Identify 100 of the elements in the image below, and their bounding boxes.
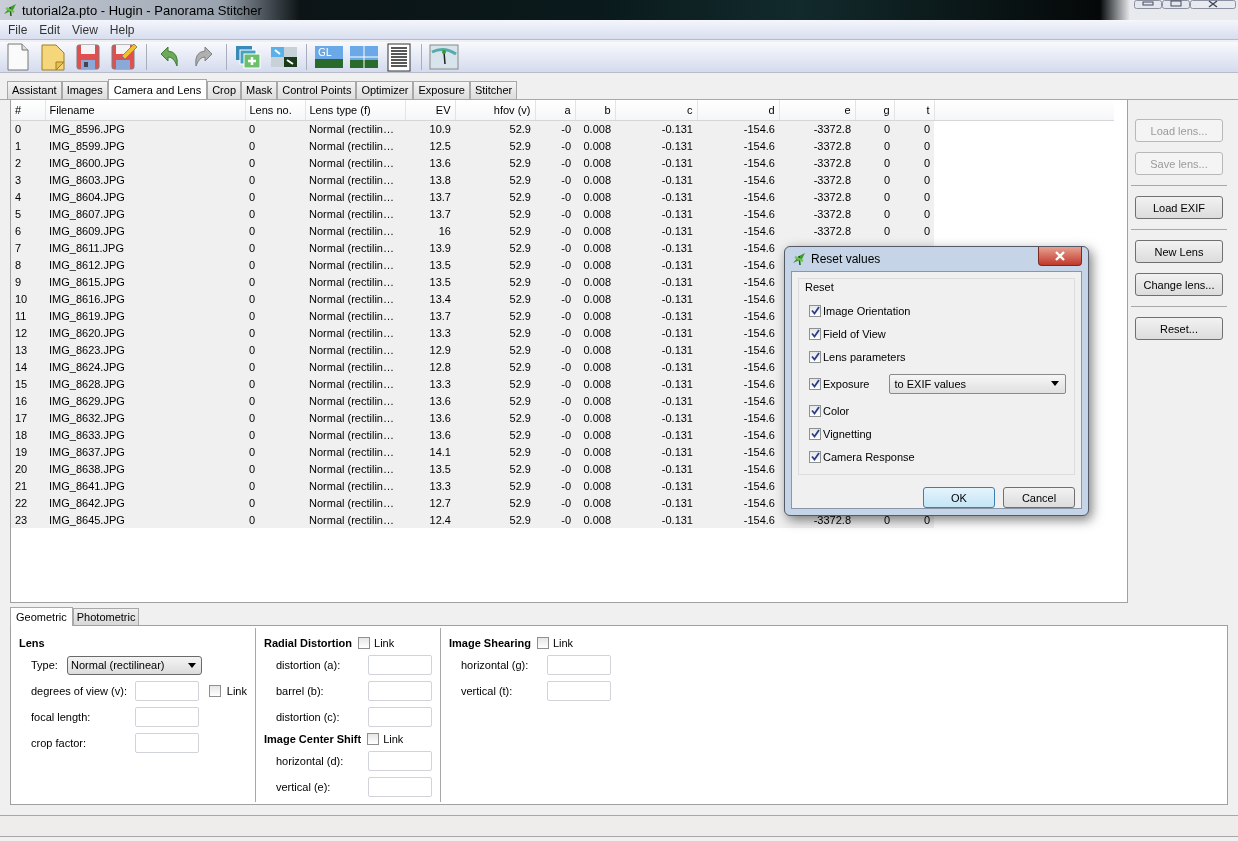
- close-button[interactable]: [1038, 247, 1082, 266]
- table-cell: -154.6: [697, 375, 779, 392]
- table-cell: 0.008: [575, 392, 615, 409]
- checkbox[interactable]: [809, 327, 821, 340]
- column-header[interactable]: Filename: [45, 100, 245, 120]
- input-field[interactable]: [368, 681, 432, 701]
- table-cell: 0: [245, 358, 305, 375]
- table-cell: 0: [855, 171, 894, 188]
- tab[interactable]: Stitcher: [469, 81, 518, 99]
- table-cell: 52.9: [455, 409, 535, 426]
- input-field[interactable]: [547, 655, 611, 675]
- column-header[interactable]: e: [779, 100, 855, 120]
- option-label: Image Orientation: [823, 304, 911, 317]
- menu-item[interactable]: File: [2, 22, 34, 37]
- table-cell: 14: [11, 358, 45, 375]
- tab[interactable]: Crop: [207, 81, 241, 99]
- input-field[interactable]: [547, 681, 611, 701]
- checkbox[interactable]: [367, 733, 380, 745]
- input-field[interactable]: [368, 707, 432, 727]
- table-cell: 0: [855, 205, 894, 222]
- close-icon: [1190, 0, 1236, 9]
- table-cell: -0: [535, 239, 575, 256]
- tab[interactable]: Assistant: [7, 81, 62, 99]
- table-cell: Normal (rectilin…: [305, 256, 405, 273]
- table-cell: IMG_8615.JPG: [45, 273, 245, 290]
- checkbox[interactable]: [809, 350, 821, 363]
- exposure-dropdown[interactable]: to EXIF values: [889, 373, 1066, 394]
- tab[interactable]: Mask: [241, 81, 278, 99]
- table-cell: -0: [535, 426, 575, 443]
- table-cell: IMG_8604.JPG: [45, 188, 245, 205]
- input-field[interactable]: [135, 733, 199, 753]
- section-title: Radial Distortion: [264, 637, 352, 649]
- input-field[interactable]: [135, 707, 199, 727]
- table-cell: -0: [535, 171, 575, 188]
- dialog-button[interactable]: Cancel: [1003, 487, 1075, 508]
- column-header[interactable]: t: [894, 100, 934, 120]
- tab[interactable]: Images: [61, 81, 108, 99]
- checkbox[interactable]: [809, 450, 821, 463]
- tab[interactable]: Optimizer: [356, 81, 414, 99]
- checkbox[interactable]: [809, 427, 821, 440]
- side-button[interactable]: Change lens...: [1135, 273, 1223, 296]
- tab[interactable]: Exposure: [413, 81, 470, 99]
- table-cell: -154.6: [697, 154, 779, 171]
- table-cell: 0.008: [575, 273, 615, 290]
- checkbox[interactable]: [208, 685, 221, 697]
- table-cell: 52.9: [455, 511, 535, 528]
- table-cell: IMG_8623.JPG: [45, 341, 245, 358]
- column-header[interactable]: Lens no.: [245, 100, 305, 120]
- field-label: vertical (e):: [276, 781, 332, 793]
- table-cell: 0.008: [575, 137, 615, 154]
- column-header[interactable]: c: [615, 100, 697, 120]
- input-field[interactable]: [368, 751, 432, 771]
- table-cell: Normal (rectilin…: [305, 409, 405, 426]
- minimize-icon: [1134, 0, 1162, 9]
- checkbox[interactable]: [809, 377, 821, 390]
- input-field[interactable]: [368, 777, 432, 797]
- column-header[interactable]: Lens type (f): [305, 100, 405, 120]
- side-button[interactable]: Reset...: [1135, 317, 1223, 340]
- table-cell: -0.131: [615, 137, 697, 154]
- input-field[interactable]: [368, 655, 432, 675]
- side-button[interactable]: Load EXIF: [1135, 196, 1223, 219]
- column-header[interactable]: a: [535, 100, 575, 120]
- lens-type-dropdown[interactable]: Normal (rectilinear): [67, 655, 202, 675]
- table-cell: 13.6: [405, 154, 455, 171]
- table-cell: -3372.8: [779, 137, 855, 154]
- side-button[interactable]: New Lens: [1135, 240, 1223, 263]
- column-header[interactable]: hfov (v): [455, 100, 535, 120]
- table-cell: 12.8: [405, 358, 455, 375]
- menu-item[interactable]: View: [66, 22, 104, 37]
- column-header[interactable]: #: [11, 100, 45, 120]
- table-cell: 0.008: [575, 222, 615, 239]
- table-cell: IMG_8600.JPG: [45, 154, 245, 171]
- column-header[interactable]: b: [575, 100, 615, 120]
- table-cell: 0: [245, 273, 305, 290]
- tab[interactable]: Geometric: [10, 607, 73, 626]
- checkbox[interactable]: [809, 404, 821, 417]
- table-cell: Normal (rectilin…: [305, 290, 405, 307]
- field-label: degrees of view (v):: [31, 685, 128, 697]
- menu-item[interactable]: Edit: [33, 22, 67, 37]
- table-cell: 0: [245, 494, 305, 511]
- table-cell: 0: [245, 222, 305, 239]
- checkbox[interactable]: [536, 637, 549, 649]
- tab[interactable]: Photometric: [72, 608, 140, 625]
- column-header[interactable]: EV: [405, 100, 455, 120]
- table-cell: -154.6: [697, 307, 779, 324]
- checkbox[interactable]: [358, 637, 370, 649]
- checkbox[interactable]: [809, 304, 821, 317]
- tab[interactable]: Control Points: [277, 81, 357, 99]
- column-header[interactable]: g: [855, 100, 894, 120]
- save-as-icon[interactable]: [108, 42, 140, 72]
- table-cell: 52.9: [455, 273, 535, 290]
- menu-item[interactable]: Help: [103, 22, 141, 37]
- table-cell: -0.131: [615, 307, 697, 324]
- dialog-button[interactable]: OK: [923, 487, 995, 508]
- table-cell: 0: [245, 239, 305, 256]
- table-cell: Normal (rectilin…: [305, 511, 405, 528]
- table-cell: 52.9: [455, 358, 535, 375]
- column-header[interactable]: d: [697, 100, 779, 120]
- input-field[interactable]: [134, 681, 199, 701]
- table-cell: IMG_8619.JPG: [45, 307, 245, 324]
